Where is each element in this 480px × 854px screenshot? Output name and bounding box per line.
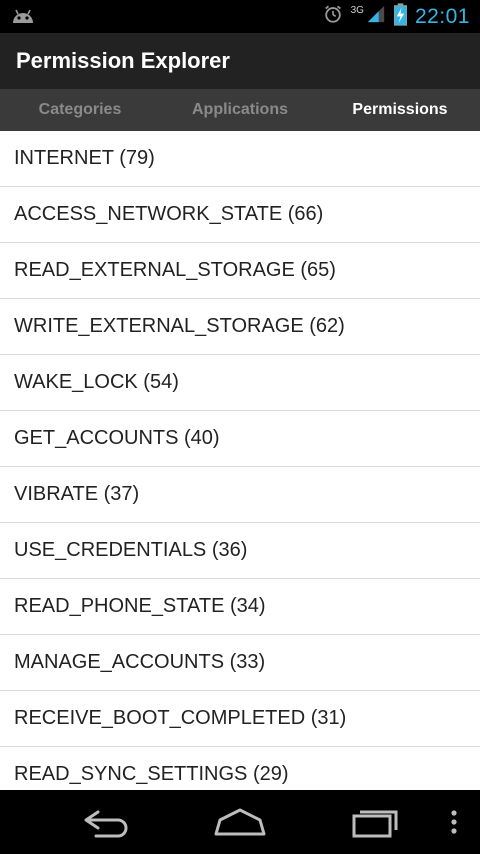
list-item[interactable]: WRITE_EXTERNAL_STORAGE (62): [0, 299, 480, 355]
app-title: Permission Explorer: [16, 48, 230, 73]
android-icon: [10, 6, 36, 26]
list-item[interactable]: READ_EXTERNAL_STORAGE (65): [0, 243, 480, 299]
list-item[interactable]: VIBRATE (37): [0, 467, 480, 523]
action-bar: Permission Explorer: [0, 33, 480, 89]
tab-bar: Categories Applications Permissions: [0, 89, 480, 131]
list-item[interactable]: ACCESS_NETWORK_STATE (66): [0, 187, 480, 243]
network-type-label: 3G: [350, 5, 364, 16]
status-bar: 3G 22:01: [0, 0, 480, 33]
list-item[interactable]: READ_SYNC_SETTINGS (29): [0, 747, 480, 790]
list-item[interactable]: INTERNET (79): [0, 131, 480, 187]
back-icon[interactable]: [76, 804, 136, 840]
list-item[interactable]: GET_ACCOUNTS (40): [0, 411, 480, 467]
home-icon[interactable]: [210, 804, 270, 840]
list-item[interactable]: WAKE_LOCK (54): [0, 355, 480, 411]
list-item[interactable]: RECEIVE_BOOT_COMPLETED (31): [0, 691, 480, 747]
clock: 22:01: [414, 4, 470, 28]
navigation-bar: [0, 790, 480, 854]
tab-permissions[interactable]: Permissions: [320, 89, 480, 131]
tab-applications[interactable]: Applications: [160, 89, 320, 131]
list-item[interactable]: READ_PHONE_STATE (34): [0, 579, 480, 635]
list-item[interactable]: USE_CREDENTIALS (36): [0, 523, 480, 579]
alarm-icon: [323, 4, 343, 29]
permission-list[interactable]: INTERNET (79) ACCESS_NETWORK_STATE (66) …: [0, 131, 480, 790]
battery-charging-icon: [393, 2, 407, 31]
tab-categories[interactable]: Categories: [0, 89, 160, 131]
recent-apps-icon[interactable]: [346, 804, 406, 840]
overflow-menu-icon[interactable]: [436, 804, 472, 840]
status-icons: 3G 22:01: [323, 0, 470, 33]
signal-icon: [366, 4, 386, 29]
list-item[interactable]: MANAGE_ACCOUNTS (33): [0, 635, 480, 691]
